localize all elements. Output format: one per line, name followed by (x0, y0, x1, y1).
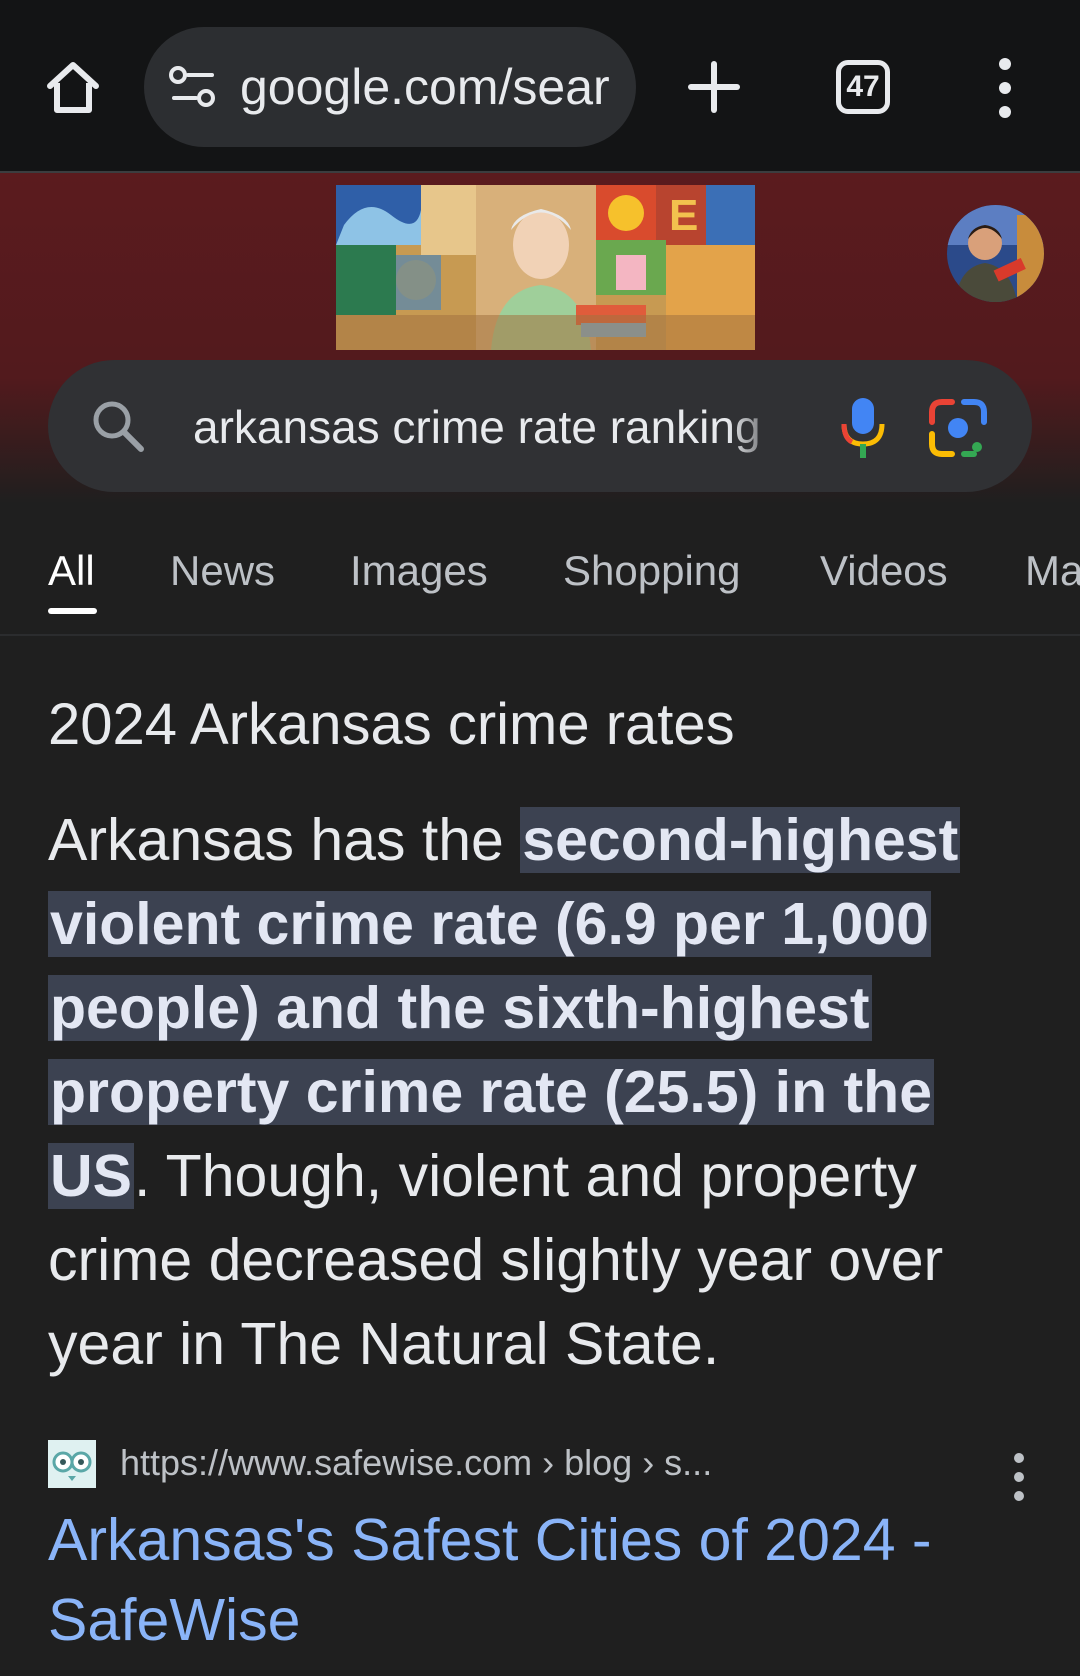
snippet-text: Arkansas has the second-highest violent … (48, 798, 1038, 1386)
snippet-title: 2024 Arkansas crime rates (48, 692, 735, 757)
tab-videos[interactable]: Videos (820, 546, 948, 596)
safewise-favicon-icon (48, 1440, 96, 1488)
address-bar[interactable]: google.com/search (144, 27, 636, 147)
tab-images[interactable]: Images (350, 546, 488, 596)
snippet-text-before: Arkansas has the (48, 807, 521, 873)
google-doodle-image[interactable]: E (336, 185, 755, 350)
new-tab-icon[interactable] (684, 52, 744, 122)
snippet-text-after: . Though, violent and property crime dec… (48, 1143, 944, 1377)
result-title-link[interactable]: Arkansas's Safest Cities of 2024 - SafeW… (48, 1500, 1038, 1660)
user-avatar[interactable] (947, 205, 1044, 302)
tab-maps[interactable]: Maps (1025, 546, 1080, 596)
search-input[interactable]: arkansas crime rate ranking (193, 400, 787, 454)
search-category-tabs: All News Images Shopping Videos Maps (0, 520, 1080, 636)
svg-text:E: E (669, 191, 698, 240)
tab-switcher-button[interactable]: 47 (836, 60, 890, 114)
active-tab-indicator (48, 608, 97, 614)
home-icon[interactable] (38, 52, 108, 122)
result-url[interactable]: https://www.safewise.com › blog › s... (120, 1442, 712, 1484)
result-options-icon[interactable] (1004, 1452, 1034, 1502)
google-header: E arkansas crime rate ranking (0, 173, 1080, 503)
site-settings-icon[interactable] (168, 65, 218, 109)
search-icon[interactable] (90, 398, 146, 454)
google-lens-icon[interactable] (928, 398, 988, 458)
tab-news[interactable]: News (170, 546, 275, 596)
tab-shopping[interactable]: Shopping (563, 546, 741, 596)
microphone-icon[interactable] (838, 396, 890, 460)
search-box[interactable]: arkansas crime rate ranking (48, 360, 1032, 492)
url-text[interactable]: google.com/search (240, 59, 610, 115)
tab-count: 47 (846, 70, 880, 103)
more-options-icon[interactable] (990, 56, 1020, 120)
result-source[interactable]: https://www.safewise.com › blog › s... (48, 1438, 1038, 1501)
browser-toolbar: google.com/search 47 (0, 0, 1080, 173)
tab-all[interactable]: All (48, 546, 95, 596)
